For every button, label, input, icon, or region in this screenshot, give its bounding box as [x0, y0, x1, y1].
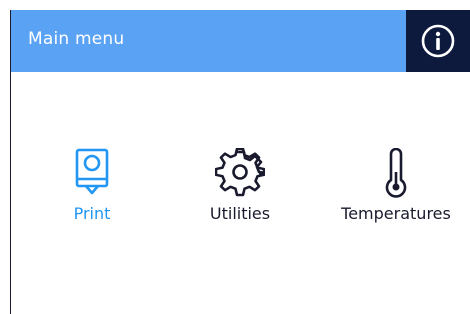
- info-button[interactable]: [406, 10, 470, 72]
- menu-item-label: Temperatures: [341, 204, 451, 223]
- menu-item-temperatures[interactable]: Temperatures: [331, 148, 461, 223]
- info-icon: [421, 24, 455, 58]
- main-menu-screen: Main menu Print Utilities Temperatures: [10, 10, 470, 314]
- thermometer-icon: [371, 148, 421, 198]
- page-title: Main menu: [28, 29, 125, 49]
- header-bar: Main menu: [11, 10, 470, 72]
- menu-item-label: Print: [73, 204, 111, 223]
- printer-icon: [67, 148, 117, 198]
- menu-item-label: Utilities: [209, 204, 271, 223]
- menu-item-print[interactable]: Print: [69, 148, 115, 223]
- menu-item-utilities[interactable]: Utilities: [201, 148, 279, 223]
- gear-icon: [215, 148, 265, 198]
